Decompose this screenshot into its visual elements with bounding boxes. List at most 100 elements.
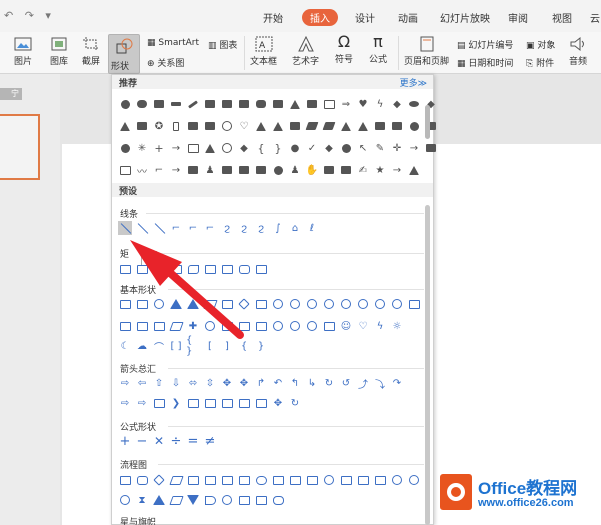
basic-shape-cell[interactable] xyxy=(220,319,234,333)
slide-number-button[interactable]: ▤ 幻灯片编号 xyxy=(457,38,513,51)
basic-shape-cell[interactable] xyxy=(305,319,319,333)
basic-shape-cell[interactable] xyxy=(271,319,285,333)
shape-cell[interactable]: ♟ xyxy=(288,163,302,177)
basic-shape-cell[interactable]: ☺ xyxy=(339,319,353,333)
shape-cell[interactable]: { xyxy=(254,141,268,155)
shape-cell[interactable] xyxy=(220,97,234,111)
shape-cell[interactable] xyxy=(118,163,132,177)
basic-shape-cell[interactable]: ] xyxy=(220,339,234,353)
shape-cell[interactable] xyxy=(152,97,166,111)
shape-cell[interactable] xyxy=(186,141,200,155)
flowchart-shape-cell[interactable] xyxy=(305,473,319,487)
shape-cell[interactable] xyxy=(169,119,183,133)
equation-shape-cell[interactable]: ✕ xyxy=(152,434,166,448)
flowchart-shape-cell[interactable] xyxy=(168,493,184,507)
shape-button[interactable]: 形状 xyxy=(108,34,140,74)
flowchart-shape-cell[interactable]: ⧗ xyxy=(135,493,149,507)
basic-shape-cell[interactable] xyxy=(135,297,149,311)
shape-cell[interactable] xyxy=(118,141,132,155)
shape-cell[interactable]: ● xyxy=(288,141,302,155)
shape-cell[interactable] xyxy=(203,141,217,155)
object-button[interactable]: ▣ 对象 xyxy=(526,38,555,51)
gallery-button[interactable]: 图库 xyxy=(50,36,68,67)
shape-cell[interactable] xyxy=(237,163,251,177)
arrow-shape-cell[interactable]: ⤴ xyxy=(356,376,370,391)
arrow-shape-cell[interactable]: ⇨ xyxy=(118,396,132,410)
basic-shape-cell[interactable] xyxy=(271,297,285,311)
line-shape-cell[interactable] xyxy=(135,221,149,235)
arrow-shape-cell[interactable]: ⇧ xyxy=(152,376,166,390)
tab-view[interactable]: 视图 xyxy=(552,10,572,25)
flowchart-shape-cell[interactable] xyxy=(168,473,184,487)
basic-shape-cell[interactable] xyxy=(373,297,387,311)
rect-shape-cell[interactable] xyxy=(135,262,149,276)
line-shape-cell[interactable]: ⌐ xyxy=(203,221,217,235)
shape-cell[interactable] xyxy=(135,97,149,111)
basic-shape-cell[interactable]: ☾ xyxy=(118,339,132,353)
shape-cell[interactable]: → xyxy=(169,163,183,177)
tab-cloud[interactable]: 云 xyxy=(590,10,600,25)
shape-cell[interactable]: ◆ xyxy=(322,141,336,155)
shape-cell[interactable]: ✪ xyxy=(152,119,166,133)
basic-shape-cell[interactable] xyxy=(322,319,336,333)
shape-cell[interactable]: ♥ xyxy=(356,97,370,111)
flowchart-shape-cell[interactable] xyxy=(118,493,132,507)
flowchart-shape-cell[interactable] xyxy=(186,493,200,507)
shape-cell[interactable] xyxy=(271,119,285,133)
shape-cell[interactable]: ♡ xyxy=(237,119,251,133)
basic-shape-cell[interactable] xyxy=(339,297,353,311)
arrow-shape-cell[interactable]: ❯ xyxy=(169,396,183,410)
more-link[interactable]: 更多≫ xyxy=(400,76,427,89)
flowchart-shape-cell[interactable] xyxy=(220,473,234,487)
quick-access-toolbar[interactable]: ↶ ↷ ▾ xyxy=(4,9,55,22)
shape-cell[interactable] xyxy=(203,97,217,111)
shape-cell[interactable]: → xyxy=(407,141,421,155)
arrow-shape-cell[interactable]: ↱ xyxy=(254,376,268,390)
shape-cell[interactable]: ✓ xyxy=(305,141,319,155)
line-shape-cell[interactable]: ∫ xyxy=(271,221,285,235)
basic-shape-cell[interactable]: [ xyxy=(203,339,217,353)
recommended-scrollbar[interactable] xyxy=(425,105,430,139)
shape-cell[interactable]: ✳ xyxy=(135,141,149,155)
shape-cell[interactable]: ♟ xyxy=(203,163,217,177)
shape-cell[interactable]: ✍ xyxy=(356,163,370,177)
shape-cell[interactable] xyxy=(373,119,387,133)
shape-cell[interactable] xyxy=(118,97,132,111)
arrow-shape-cell[interactable] xyxy=(220,396,234,410)
basic-shape-cell[interactable]: ♡ xyxy=(356,319,370,333)
basic-shape-cell[interactable]: [ ] xyxy=(169,339,183,353)
shape-cell[interactable] xyxy=(339,141,353,155)
flowchart-shape-cell[interactable] xyxy=(254,473,268,487)
rect-shape-cell[interactable] xyxy=(254,262,268,276)
basic-shape-cell[interactable] xyxy=(237,319,251,333)
basic-shape-cell[interactable] xyxy=(118,319,132,333)
arrow-shape-cell[interactable]: ↳ xyxy=(305,376,319,390)
equation-shape-cell[interactable]: = xyxy=(186,434,200,449)
shape-cell[interactable] xyxy=(271,163,285,177)
basic-shape-cell[interactable] xyxy=(288,319,302,333)
basic-shape-cell[interactable] xyxy=(254,297,268,311)
textbox-button[interactable]: A 文本框 xyxy=(250,36,277,67)
flowchart-shape-cell[interactable] xyxy=(271,493,285,507)
tab-home[interactable]: 开始 xyxy=(263,10,283,25)
arrow-shape-cell[interactable]: ✥ xyxy=(220,376,234,390)
arrow-shape-cell[interactable]: ⇳ xyxy=(203,376,217,390)
shape-cell[interactable] xyxy=(305,97,319,111)
arrow-shape-cell[interactable]: ⇩ xyxy=(169,376,183,390)
line-shape-cell[interactable] xyxy=(152,221,166,235)
flowchart-shape-cell[interactable] xyxy=(237,493,251,507)
basic-shape-cell[interactable]: ✚ xyxy=(186,319,200,333)
rect-shape-cell[interactable] xyxy=(152,262,166,276)
line-shape-cell[interactable]: ϩ xyxy=(254,221,268,235)
shape-cell[interactable] xyxy=(254,163,268,177)
header-footer-button[interactable]: 页眉和页脚 xyxy=(404,36,449,67)
flowchart-shape-cell[interactable] xyxy=(254,493,268,507)
line-shape-cell[interactable]: ϩ xyxy=(220,221,234,235)
shape-cell[interactable] xyxy=(237,97,251,111)
flowchart-shape-cell[interactable] xyxy=(237,473,251,487)
shape-cell[interactable] xyxy=(254,97,268,111)
shape-cell[interactable] xyxy=(407,163,421,177)
shape-cell[interactable] xyxy=(288,119,302,133)
equation-shape-cell[interactable]: − xyxy=(135,434,149,449)
pane-tab[interactable]: 宁 xyxy=(0,88,22,100)
